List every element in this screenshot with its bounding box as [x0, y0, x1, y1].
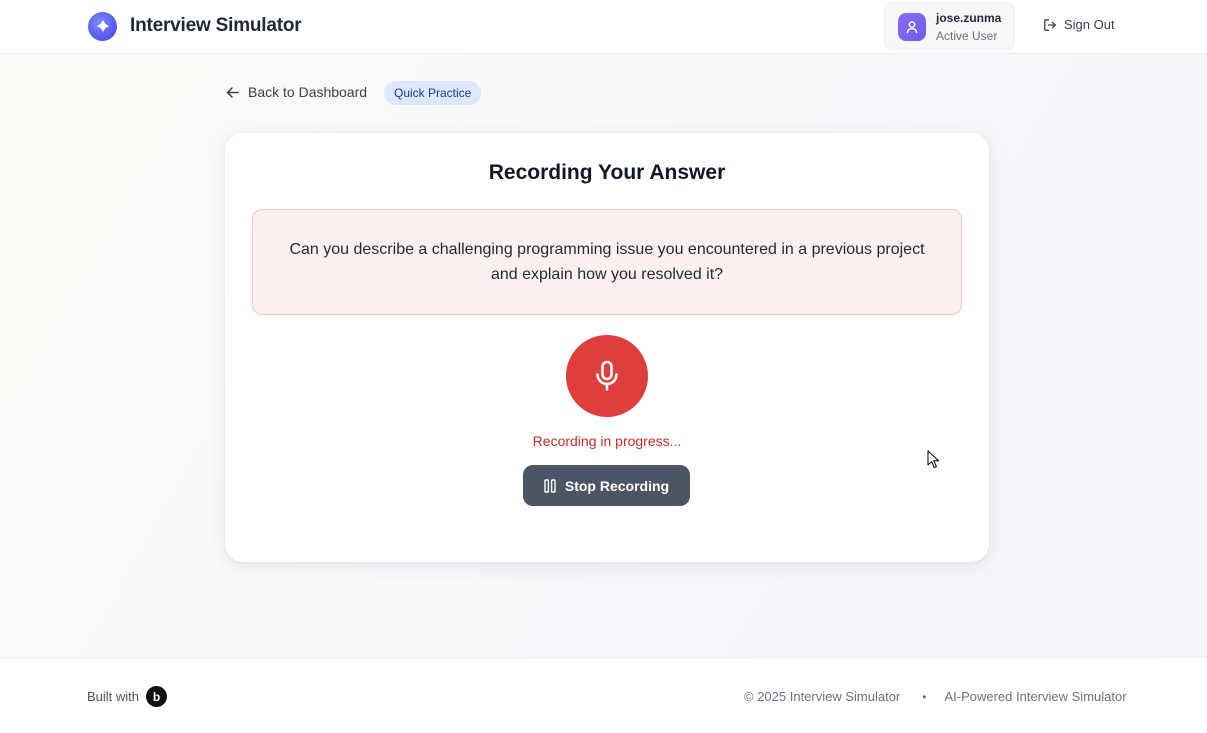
pause-icon — [544, 478, 556, 493]
footer-separator: • — [922, 689, 927, 704]
log-out-icon — [1044, 18, 1056, 31]
brand[interactable]: Interview Simulator — [88, 11, 302, 41]
sign-out-button[interactable]: Sign Out — [1043, 17, 1115, 32]
copyright-text: © 2025 Interview Simulator — [744, 689, 901, 704]
question-box: Can you describe a challenging programmi… — [252, 209, 962, 315]
question-text: Can you describe a challenging programmi… — [289, 241, 925, 283]
bolt-logo-icon: b — [146, 686, 168, 707]
footer-info: © 2025 Interview Simulator • AI-Powered … — [744, 689, 1127, 704]
top-navigation-bar: Interview Simulator jose.zunma Active Us… — [0, 0, 1207, 54]
user-name: jose.zunma — [936, 11, 1002, 25]
user-profile-card[interactable]: jose.zunma Active User — [884, 2, 1015, 50]
sparkle-icon — [88, 11, 117, 41]
user-icon — [898, 13, 926, 41]
practice-mode-badge: Quick Practice — [384, 81, 482, 105]
recording-card: Recording Your Answer Can you describe a… — [225, 133, 989, 562]
record-button[interactable] — [566, 335, 648, 417]
footer-tagline: AI-Powered Interview Simulator — [944, 689, 1127, 704]
mouse-cursor-icon — [927, 450, 940, 469]
footer: Built with b © 2025 Interview Simulator … — [0, 657, 1207, 733]
sign-out-label: Sign Out — [1064, 17, 1115, 32]
arrow-left-icon — [226, 86, 239, 98]
microphone-icon — [596, 360, 618, 391]
back-to-dashboard-link[interactable]: Back to Dashboard — [225, 84, 367, 100]
user-role: Active User — [936, 29, 998, 43]
app-title: Interview Simulator — [130, 15, 302, 36]
back-label: Back to Dashboard — [248, 84, 368, 100]
stop-recording-button[interactable]: Stop Recording — [523, 465, 690, 506]
built-with[interactable]: Built with b — [87, 686, 168, 707]
recording-status: Recording in progress... — [532, 433, 682, 449]
built-with-label: Built with — [87, 689, 140, 704]
stop-recording-label: Stop Recording — [564, 477, 670, 494]
recording-title: Recording Your Answer — [488, 161, 726, 184]
